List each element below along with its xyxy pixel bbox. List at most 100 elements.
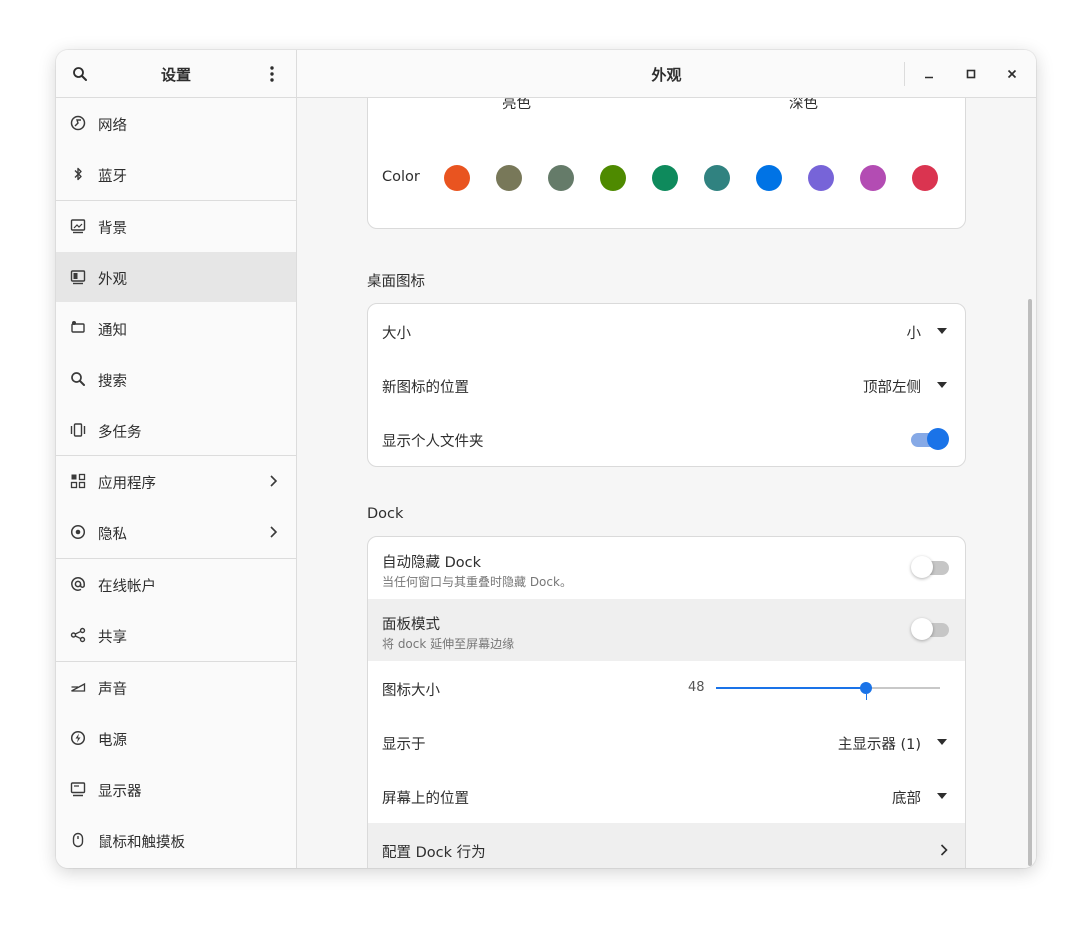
sidebar-item-label: 应用程序: [98, 476, 156, 492]
maximize-icon[interactable]: [961, 64, 981, 84]
dropdown-arrow-icon: [937, 793, 947, 799]
accent-color-swatch[interactable]: [600, 165, 626, 191]
multitasking-icon: [70, 423, 86, 437]
show-on-value: 主显示器 (1): [837, 737, 921, 753]
sidebar-item-label: 鼠标和触摸板: [98, 835, 185, 851]
slider-handle[interactable]: [860, 682, 873, 694]
search-icon: [71, 372, 85, 386]
screen-position-value: 底部: [892, 791, 921, 807]
sidebar-item-mouse-touchpad[interactable]: 鼠标和触摸板: [56, 815, 296, 865]
show-home-row: 显示个人文件夹: [368, 412, 965, 466]
scrollbar[interactable]: [1028, 299, 1032, 866]
content-scroll-area: 亮色 深色 Color 桌面图标 大小 小 新图标的位置 顶部左侧 显示个人文件…: [297, 98, 1036, 868]
background-icon: [70, 219, 86, 234]
autohide-row: 自动隐藏 Dock 当任何窗口与其重叠时隐藏 Dock。: [368, 537, 965, 599]
bluetooth-icon: [74, 167, 82, 181]
chevron-right-icon: [270, 475, 278, 487]
accent-color-swatch[interactable]: [756, 165, 782, 191]
apps-icon: [70, 473, 86, 489]
accent-color-swatch[interactable]: [704, 165, 730, 191]
sidebar-item-notifications[interactable]: 通知: [56, 303, 296, 353]
screen-position-row[interactable]: 屏幕上的位置 底部: [368, 769, 965, 823]
minimize-icon[interactable]: [919, 64, 939, 84]
sidebar-item-sound[interactable]: 声音: [56, 662, 296, 712]
style-card: 亮色 深色 Color: [367, 98, 966, 229]
accent-color-swatch[interactable]: [652, 165, 678, 191]
sidebar-item-label: 电源: [98, 733, 127, 749]
show-on-label: 显示于: [382, 737, 426, 753]
panel-mode-label: 面板模式: [382, 617, 440, 633]
panel-mode-row: 面板模式 将 dock 延伸至屏幕边缘: [368, 599, 965, 661]
autohide-label: 自动隐藏 Dock: [382, 555, 482, 571]
share-icon: [70, 627, 86, 643]
sidebar-item-privacy[interactable]: 隐私: [56, 507, 296, 557]
autohide-toggle[interactable]: [911, 556, 949, 578]
privacy-icon: [70, 524, 86, 540]
sidebar-item-displays[interactable]: 显示器: [56, 764, 296, 814]
main-panel: 外观 亮色 深色 Color 桌面图标 大小 小 新图标的位置 顶部左侧 显示个…: [297, 50, 1036, 868]
sidebar-item-multitasking[interactable]: 多任务: [56, 405, 296, 455]
sidebar-item-label: 多任务: [98, 425, 142, 441]
display-icon: [70, 782, 86, 797]
panel-mode-subtitle: 将 dock 延伸至屏幕边缘: [382, 637, 515, 651]
show-on-row[interactable]: 显示于 主显示器 (1): [368, 715, 965, 769]
dock-icon-size-label: 图标大小: [382, 683, 440, 699]
screen-position-label: 屏幕上的位置: [382, 791, 469, 807]
show-home-toggle[interactable]: [911, 428, 949, 450]
toggle-knob: [911, 556, 933, 578]
sidebar-item-label: 共享: [98, 630, 127, 646]
appearance-icon: [70, 270, 86, 285]
dropdown-arrow-icon: [937, 382, 947, 388]
sound-icon: [71, 682, 86, 692]
sidebar-item-online-accounts[interactable]: 在线帐户: [56, 559, 296, 609]
accent-color-swatch[interactable]: [808, 165, 834, 191]
close-icon[interactable]: [1002, 64, 1022, 84]
accent-color-swatch[interactable]: [860, 165, 886, 191]
sidebar-item-label: 外观: [98, 272, 127, 288]
sidebar-item-sharing[interactable]: 共享: [56, 610, 296, 660]
sidebar-item-background[interactable]: 背景: [56, 201, 296, 251]
dropdown-arrow-icon: [937, 739, 947, 745]
slider-mark: [866, 694, 868, 700]
slider-fill: [716, 687, 867, 689]
accent-color-swatch[interactable]: [912, 165, 938, 191]
new-icon-position-label: 新图标的位置: [382, 380, 469, 396]
sidebar-item-apps[interactable]: 应用程序: [56, 456, 296, 506]
toggle-knob: [927, 428, 949, 450]
accent-color-swatch[interactable]: [444, 165, 470, 191]
light-style-label[interactable]: 亮色: [502, 98, 531, 113]
sidebar-item-search[interactable]: 搜索: [56, 354, 296, 404]
sidebar-item-label: 隐私: [98, 527, 127, 543]
accent-color-swatch[interactable]: [548, 165, 574, 191]
header-separator: [904, 62, 905, 86]
sidebar-item-label: 蓝牙: [98, 169, 127, 185]
configure-dock-row[interactable]: 配置 Dock 行为: [368, 823, 965, 868]
mouse-icon: [72, 832, 84, 848]
sidebar: 设置 网络 蓝牙 背景 外观 通知 搜索 多任务 应用程序 隐私 在线帐户 共享…: [56, 50, 297, 868]
more-menu-icon[interactable]: [264, 65, 280, 83]
at-icon: [71, 577, 85, 591]
sidebar-item-power[interactable]: 电源: [56, 713, 296, 763]
sidebar-item-bluetooth[interactable]: 蓝牙: [56, 149, 296, 199]
sidebar-item-network[interactable]: 网络: [56, 98, 296, 148]
sidebar-item-label: 背景: [98, 221, 127, 237]
sidebar-header: 设置: [56, 50, 296, 98]
accent-color-swatch[interactable]: [496, 165, 522, 191]
power-icon: [70, 730, 86, 746]
panel-mode-toggle[interactable]: [911, 618, 949, 640]
toggle-knob: [911, 618, 933, 640]
new-icon-position-row[interactable]: 新图标的位置 顶部左侧: [368, 358, 965, 412]
settings-window: 设置 网络 蓝牙 背景 外观 通知 搜索 多任务 应用程序 隐私 在线帐户 共享…: [56, 50, 1036, 868]
dock-heading: Dock: [367, 506, 404, 522]
sidebar-item-label: 通知: [98, 323, 127, 339]
dock-icon-size-value: 48: [688, 680, 705, 695]
configure-dock-label: 配置 Dock 行为: [382, 845, 486, 861]
chevron-right-icon: [940, 844, 948, 856]
dark-style-label[interactable]: 深色: [789, 98, 818, 113]
sidebar-item-label: 显示器: [98, 784, 142, 800]
sidebar-item-appearance[interactable]: 外观: [56, 252, 296, 302]
chevron-right-icon: [270, 526, 278, 538]
color-label: Color: [382, 169, 420, 185]
icon-size-row[interactable]: 大小 小: [368, 304, 965, 358]
dock-card: 自动隐藏 Dock 当任何窗口与其重叠时隐藏 Dock。 面板模式 将 dock…: [367, 536, 966, 868]
